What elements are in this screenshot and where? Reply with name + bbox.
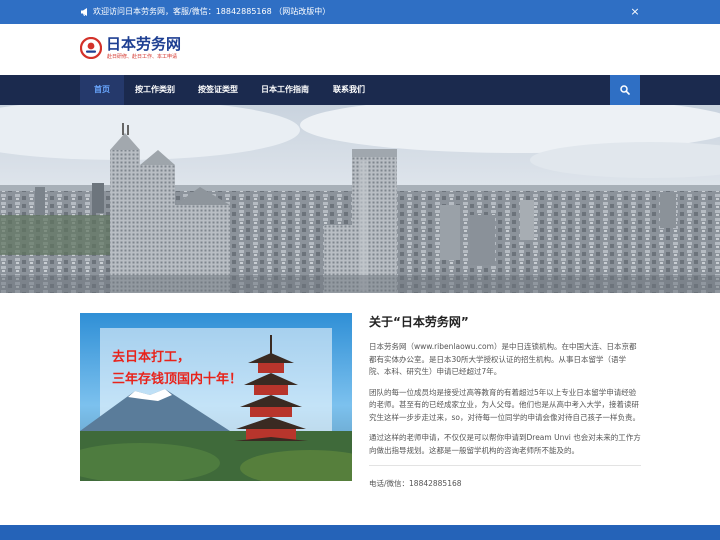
logo-mark-icon bbox=[80, 37, 102, 59]
contact-phone: 电话/微信：18842885168 bbox=[369, 479, 462, 488]
nav-item-japan-work-guide[interactable]: 日本工作指南 bbox=[252, 75, 318, 105]
about-title: 关于“日本劳务网” bbox=[369, 315, 469, 329]
city-skyline-photo bbox=[0, 105, 720, 293]
divider bbox=[369, 465, 641, 466]
site-header: 日本劳务网 赴日研修、赴日工作、本工申请 bbox=[0, 24, 720, 75]
about-section: 关于“日本劳务网” 日本劳务网（www.ribenlaowu.com）是中日连锁… bbox=[369, 313, 641, 490]
close-icon[interactable]: × bbox=[630, 6, 640, 18]
search-icon bbox=[620, 85, 630, 95]
about-paragraph-3: 通过这样的老师申请，不仅仅是可以帮你申请到Dream Unvi 也会对未来的工作… bbox=[369, 433, 641, 455]
promo-line-2: 三年存钱顶国内十年！ bbox=[112, 371, 242, 387]
main-nav: 首页 按工作类别 按签证类型 日本工作指南 联系我们 bbox=[0, 75, 720, 105]
nav-item-by-visa-type[interactable]: 按签证类型 bbox=[188, 75, 248, 105]
promo-line-1: 去日本打工， bbox=[112, 349, 190, 365]
hero-banner bbox=[0, 105, 720, 293]
nav-item-by-job-category[interactable]: 按工作类别 bbox=[126, 75, 184, 105]
logo-title: 日本劳务网 bbox=[106, 35, 182, 53]
nav-item-home[interactable]: 首页 bbox=[80, 75, 124, 105]
logo-subtitle: 赴日研修、赴日工作、本工申请 bbox=[107, 54, 178, 60]
megaphone-icon bbox=[81, 8, 87, 16]
announcement-text: 欢迎访问日本劳务网，客服/微信：18842885168 （网站改版中） bbox=[93, 7, 331, 16]
footer-band bbox=[0, 525, 720, 540]
site-logo[interactable]: 日本劳务网 赴日研修、赴日工作、本工申请 bbox=[80, 35, 190, 65]
announcement-bar: 欢迎访问日本劳务网，客服/微信：18842885168 （网站改版中） × bbox=[0, 0, 720, 24]
nav-item-contact[interactable]: 联系我们 bbox=[322, 75, 376, 105]
about-paragraph-2: 团队的每一位成员均是接受过高等教育的有着超过5年以上专业日本留学申请经验的老师。… bbox=[369, 387, 640, 422]
pagoda-mountain-illustration: 去日本打工， 三年存钱顶国内十年！ bbox=[80, 313, 352, 481]
about-paragraph-1: 日本劳务网（www.ribenlaowu.com）是中日连锁机构。在中国大连、日… bbox=[369, 342, 637, 376]
promo-image: 去日本打工， 三年存钱顶国内十年！ bbox=[80, 313, 352, 481]
search-button[interactable] bbox=[610, 75, 640, 105]
